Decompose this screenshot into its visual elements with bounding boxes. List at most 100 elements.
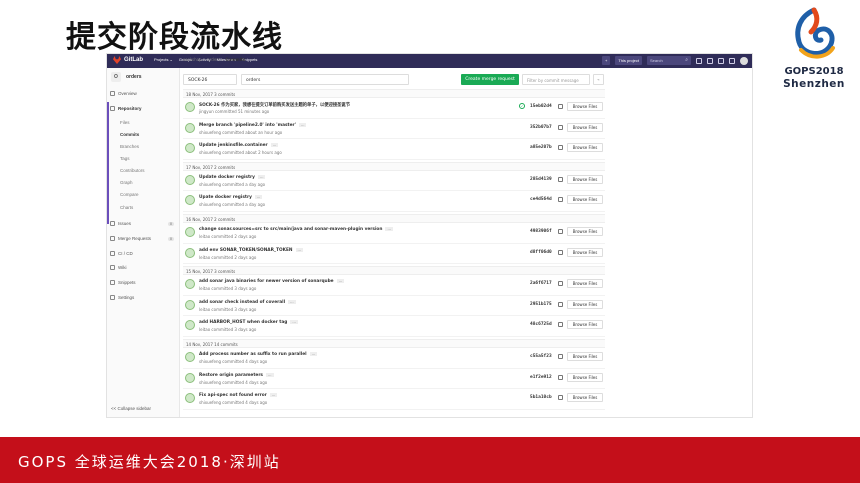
sidebar-item-contributors[interactable]: Contributors bbox=[120, 168, 145, 173]
copy-sha-icon[interactable] bbox=[558, 228, 563, 234]
commit-title[interactable]: add sonar check instead of coverall… bbox=[199, 299, 296, 305]
expand-message-button[interactable]: … bbox=[266, 372, 274, 377]
commit-title[interactable]: Update docker registry… bbox=[199, 174, 266, 180]
search-input[interactable]: Search ⌕ bbox=[647, 56, 691, 65]
this-project-scope[interactable]: This project bbox=[615, 56, 642, 65]
project-header[interactable]: Oorders bbox=[111, 72, 142, 82]
commit-sha[interactable]: a85e207b bbox=[530, 145, 552, 150]
sidebar-item-settings[interactable]: Settings bbox=[110, 295, 134, 300]
copy-sha-icon[interactable] bbox=[558, 301, 563, 307]
commit-title[interactable]: Restore origin parameters… bbox=[199, 372, 274, 378]
expand-message-button[interactable]: … bbox=[257, 174, 266, 179]
expand-message-button[interactable]: … bbox=[309, 351, 318, 356]
browse-files-button[interactable]: Browse Files bbox=[567, 143, 603, 153]
commit-title[interactable]: change sonar.sources=src to src/main/jav… bbox=[199, 226, 393, 232]
copy-sha-icon[interactable] bbox=[558, 197, 563, 203]
commit-title[interactable]: Merge branch 'pipeline2.0' into 'master'… bbox=[199, 122, 307, 128]
sidebar-item-graph[interactable]: Graph bbox=[120, 180, 133, 185]
browse-files-button[interactable]: Browse Files bbox=[567, 195, 603, 205]
collapse-sidebar-button[interactable]: << Collapse sidebar bbox=[111, 406, 151, 411]
sidebar-item-wiki[interactable]: Wiki bbox=[110, 265, 127, 270]
sidebar-item-tags[interactable]: Tags bbox=[120, 156, 130, 161]
browse-files-button[interactable]: Browse Files bbox=[567, 372, 603, 382]
expand-message-button[interactable]: … bbox=[254, 195, 263, 200]
copy-sha-icon[interactable] bbox=[558, 145, 563, 151]
rss-icon[interactable]: ⌁ bbox=[593, 74, 604, 85]
checklist-icon[interactable] bbox=[729, 57, 735, 64]
expand-message-button[interactable]: … bbox=[270, 143, 279, 148]
commit-sha[interactable]: 2a6f6717 bbox=[530, 281, 552, 286]
browse-files-button[interactable]: Browse Files bbox=[567, 174, 603, 184]
sidebar-item-repository[interactable]: Repository bbox=[110, 106, 142, 111]
commit-title[interactable]: SOCK-26 作为买家，我想在提交订单前购买发送主题的单子，以便迎接圣诞节 bbox=[199, 102, 350, 108]
todo-icon[interactable] bbox=[696, 57, 702, 64]
commit-sha[interactable]: 4983906f bbox=[530, 229, 552, 234]
merge-request-icon[interactable] bbox=[718, 57, 724, 64]
create-merge-request-button[interactable]: Create merge request bbox=[461, 74, 519, 85]
copy-sha-icon[interactable] bbox=[558, 281, 563, 287]
sidebar-item-cicd[interactable]: CI / CD bbox=[110, 251, 133, 256]
breadcrumb-group[interactable]: sockshop bbox=[183, 57, 202, 62]
copy-sha-icon[interactable] bbox=[558, 176, 563, 182]
copy-sha-icon[interactable] bbox=[558, 395, 563, 401]
commit-sha[interactable]: ce4d564d bbox=[530, 197, 552, 202]
browse-files-button[interactable]: Browse Files bbox=[567, 299, 603, 309]
browse-files-button[interactable]: Browse Files bbox=[567, 393, 603, 403]
browse-files-button[interactable]: Browse Files bbox=[567, 226, 603, 236]
sidebar-item-charts[interactable]: Charts bbox=[120, 205, 133, 210]
commit-title[interactable]: add HARBOR_HOST when docker tag… bbox=[199, 320, 298, 325]
commit-sha[interactable]: 2951b175 bbox=[530, 302, 552, 307]
sidebar-item-files[interactable]: Files bbox=[120, 120, 130, 125]
sidebar-item-compare[interactable]: Compare bbox=[120, 192, 139, 197]
expand-message-button[interactable]: … bbox=[269, 393, 278, 398]
commit-title[interactable]: Add process number as suffix to run para… bbox=[199, 351, 318, 357]
gitlab-brand[interactable]: GitLab bbox=[113, 56, 143, 64]
commit-sha[interactable]: c55a5f23 bbox=[530, 354, 552, 359]
sidebar-item-branches[interactable]: Branches bbox=[120, 144, 139, 149]
copy-sha-icon[interactable] bbox=[558, 374, 563, 380]
expand-message-button[interactable]: … bbox=[290, 320, 298, 325]
browse-files-button[interactable]: Browse Files bbox=[567, 247, 603, 257]
copy-sha-icon[interactable] bbox=[558, 249, 563, 255]
commit-sha[interactable]: 5b1a10cb bbox=[530, 395, 552, 400]
user-avatar[interactable] bbox=[740, 56, 748, 65]
new-plus-button[interactable]: + bbox=[601, 56, 611, 65]
expand-message-button[interactable]: … bbox=[288, 299, 296, 304]
copy-sha-icon[interactable] bbox=[558, 353, 563, 359]
copy-sha-icon[interactable] bbox=[558, 124, 563, 130]
breadcrumb-project[interactable]: orders bbox=[207, 57, 220, 62]
copy-sha-icon[interactable] bbox=[558, 104, 563, 109]
browse-files-button[interactable]: Browse Files bbox=[567, 279, 603, 289]
commit-title[interactable]: add sonar java binaries for newer versio… bbox=[199, 279, 345, 284]
commit-sha[interactable]: 15eb02d4 bbox=[530, 104, 552, 109]
sidebar-item-merge-requests[interactable]: Merge Requests 0 bbox=[110, 236, 174, 241]
commit-sha[interactable]: 285d4139 bbox=[530, 177, 552, 182]
commit-title[interactable]: Upate docker registry… bbox=[199, 195, 263, 200]
expand-message-button[interactable]: … bbox=[295, 247, 304, 252]
expand-message-button[interactable]: … bbox=[336, 279, 345, 284]
sidebar-item-overview[interactable]: Overview bbox=[110, 91, 137, 96]
commit-sha[interactable]: e1f2e912 bbox=[530, 375, 552, 380]
expand-message-button[interactable]: … bbox=[298, 122, 307, 127]
commit-sha[interactable]: d8ff06d0 bbox=[530, 250, 552, 255]
browse-files-button[interactable]: Browse Files bbox=[567, 320, 603, 330]
commit-title[interactable]: Update jenkinsfile.container… bbox=[199, 143, 279, 148]
branch-select[interactable]: SOCK-26 bbox=[183, 74, 237, 85]
sidebar-item-snippets[interactable]: Snippets bbox=[110, 280, 136, 285]
path-field[interactable]: orders bbox=[241, 74, 409, 85]
copy-sha-icon[interactable] bbox=[558, 322, 563, 328]
commit-sha[interactable]: 48c6725d bbox=[530, 322, 552, 327]
browse-files-button[interactable]: Browse Files bbox=[567, 122, 603, 132]
expand-message-button[interactable]: … bbox=[385, 226, 393, 231]
commit-title[interactable]: Fix api-spec not found error… bbox=[199, 393, 278, 398]
browse-files-button[interactable]: Browse Files bbox=[567, 351, 603, 361]
filter-commits-input[interactable]: Filter by commit message bbox=[522, 74, 590, 85]
sidebar-item-issues[interactable]: Issues 0 bbox=[110, 221, 174, 226]
commit-sha[interactable]: 352b07b7 bbox=[530, 125, 552, 130]
nav-projects[interactable]: Projects ⌄ bbox=[154, 57, 173, 62]
sidebar-item-commits[interactable]: Commits bbox=[120, 132, 139, 137]
browse-files-button[interactable]: Browse Files bbox=[567, 102, 603, 111]
commit-title[interactable]: add env SONAR_TOKEN/SONAR_TOKEN… bbox=[199, 247, 304, 253]
pipeline-passed-icon[interactable]: ✓ bbox=[519, 103, 525, 109]
issues-icon[interactable] bbox=[707, 57, 713, 64]
